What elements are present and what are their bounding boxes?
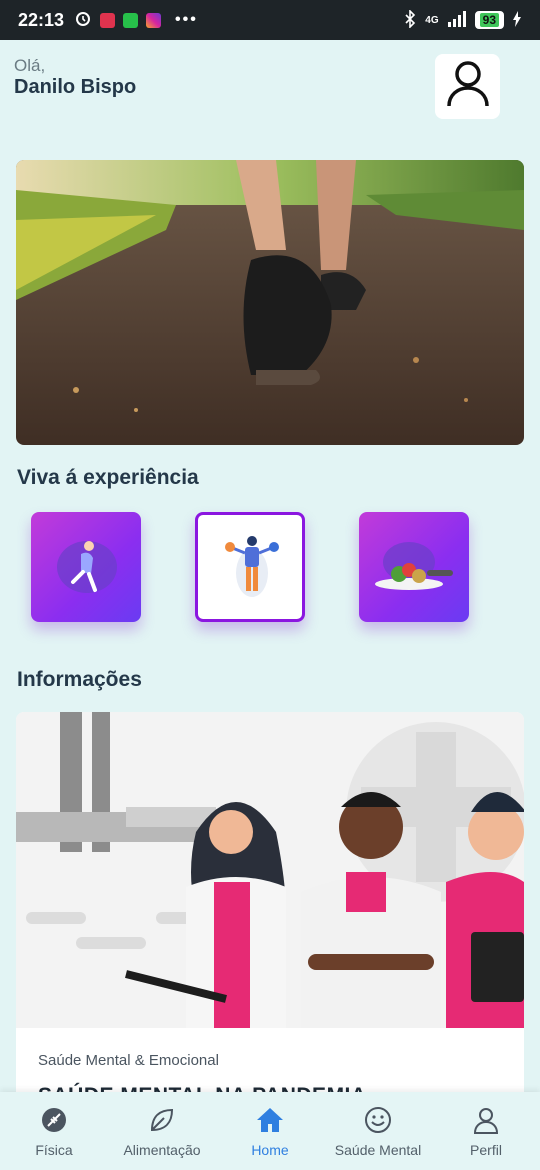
doctors-illustration: [16, 712, 524, 1028]
section-title-experience: Viva á experiência: [17, 466, 199, 489]
smiley-icon: [362, 1104, 394, 1136]
running-person-icon: [49, 532, 123, 607]
football-icon: [38, 1104, 70, 1136]
nav-item-perfil[interactable]: Perfil: [432, 1092, 540, 1170]
status-bar: 22:13 ••• 4G 93: [0, 0, 540, 40]
hero-banner-image[interactable]: [16, 160, 524, 445]
experience-tile-health[interactable]: [195, 512, 305, 622]
network-label: 4G: [425, 14, 439, 26]
nav-item-fisica[interactable]: Física: [0, 1092, 108, 1170]
home-icon: [254, 1104, 286, 1136]
person-icon: [470, 1104, 502, 1136]
battery-level: 93: [479, 13, 499, 27]
greeting-text: Olá,: [14, 56, 46, 75]
alarm-icon: [74, 9, 92, 32]
music-app-icon: [100, 12, 116, 28]
experience-tile-food[interactable]: [359, 512, 469, 622]
nav-label-home: Home: [251, 1142, 289, 1158]
profile-button[interactable]: [435, 54, 500, 119]
bluetooth-icon: [403, 8, 417, 31]
nav-label-alimentacao: Alimentação: [123, 1142, 201, 1158]
battery-indicator: 93: [474, 11, 504, 29]
food-plate-icon: [369, 540, 459, 601]
status-time: 22:13: [18, 9, 65, 30]
charging-icon: [512, 10, 522, 30]
user-profile-icon: [446, 60, 490, 113]
info-category: Saúde Mental & Emocional: [38, 1052, 219, 1069]
balance-person-icon: [224, 533, 280, 608]
info-card[interactable]: Saúde Mental & Emocional SAÚDE MENTAL NA…: [16, 712, 524, 1132]
instagram-icon: [146, 12, 162, 28]
nav-label-perfil: Perfil: [470, 1142, 502, 1158]
nav-item-saude-mental[interactable]: Saúde Mental: [324, 1092, 432, 1170]
leaf-icon: [146, 1104, 178, 1136]
nav-item-alimentacao[interactable]: Alimentação: [108, 1092, 216, 1170]
signal-icon: [447, 10, 467, 30]
nav-label-saude-mental: Saúde Mental: [334, 1142, 422, 1158]
whatsapp-icon: [123, 12, 139, 28]
nav-item-home[interactable]: Home: [216, 1092, 324, 1170]
user-name: Danilo Bispo: [14, 76, 137, 98]
section-title-info: Informações: [17, 668, 142, 691]
bottom-navigation: Física Alimentação Home Saúde Mental Per…: [0, 1092, 540, 1170]
experience-tile-exercise[interactable]: [31, 512, 141, 622]
more-dots-icon: •••: [175, 11, 198, 28]
nav-label-fisica: Física: [35, 1142, 73, 1158]
